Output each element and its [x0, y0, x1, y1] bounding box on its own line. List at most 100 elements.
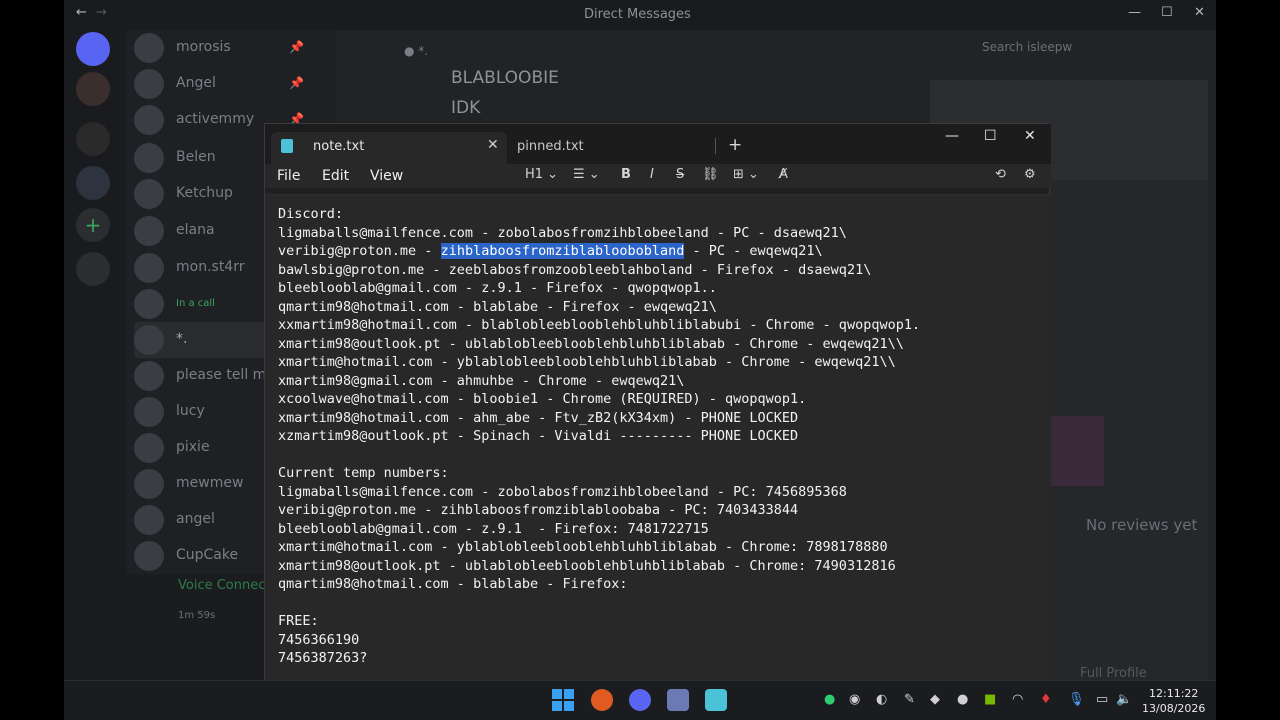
full-profile-link[interactable]: Full Profile [1080, 666, 1147, 681]
strikethrough-icon[interactable]: S [676, 167, 684, 182]
minimize-icon[interactable]: — [945, 128, 959, 144]
italic-icon[interactable]: I [650, 167, 654, 182]
avatar [134, 253, 164, 283]
text-line[interactable]: bleeblooblab@gmail.com - z.9.1 - Firefox… [278, 520, 920, 539]
text-line[interactable] [278, 594, 920, 613]
text-line[interactable]: FREE: [278, 612, 920, 631]
table-icon[interactable]: ⊞ ⌄ [733, 167, 759, 182]
notepad-window: note.txt ✕ pinned.txt + — ☐ ✕ File Edit … [264, 123, 1051, 681]
document-text[interactable]: Discord: ligmaballs@mailfence.com - zobol… [278, 205, 920, 668]
bold-icon[interactable]: B [621, 167, 631, 182]
heading-select[interactable]: H1 ⌄ [525, 167, 558, 182]
pen-icon[interactable]: ✎ [904, 692, 915, 707]
clock[interactable]: 12:11:22 13/08/2026 [1142, 686, 1205, 716]
text-line[interactable]: bleeblooblab@gmail.com - z.9.1 - Firefox… [278, 279, 920, 298]
line-text: xmartim98@hotmail.com - ahm_abe - Ftv_zB… [278, 409, 799, 426]
text-line[interactable]: xmartim98@hotmail.com - ahm_abe - Ftv_zB… [278, 409, 920, 428]
nvidia-icon[interactable]: ■ [984, 692, 996, 707]
voice-timer: 1m 59s [178, 610, 216, 621]
line-text: Discord: [278, 206, 344, 222]
new-tab-icon[interactable]: + [728, 135, 742, 155]
text-line[interactable]: qmartim98@hotmail.com - blablabe - Firef… [278, 575, 920, 594]
text-line[interactable]: veribig@proton.me - zihblaboosfromziblab… [278, 501, 920, 520]
close-icon[interactable]: ✕ [1024, 128, 1036, 144]
discord-taskbar-icon[interactable] [629, 689, 651, 711]
forward-arrow-icon[interactable]: → [96, 5, 107, 20]
line-text: xcoolwave@hotmail.com - bloobie1 - Chrom… [278, 391, 807, 407]
maximize-icon[interactable]: ☐ [984, 128, 997, 144]
text-line[interactable]: xcoolwave@hotmail.com - bloobie1 - Chrom… [278, 390, 920, 409]
text-line[interactable]: xmartim98@outlook.pt - ublablobleebloobl… [278, 557, 920, 576]
server-icon[interactable] [76, 72, 110, 106]
minimize-icon[interactable]: — [1128, 5, 1141, 20]
text-line[interactable]: xmartim@hotmail.com - yblablobleeblooble… [278, 353, 920, 372]
shield-icon[interactable]: ♦ [1040, 692, 1052, 707]
settings-gear-icon[interactable]: ⚙ [1024, 167, 1036, 182]
discord-home-icon[interactable] [76, 32, 110, 66]
server-icon[interactable] [76, 166, 110, 200]
dm-item[interactable]: morosis 📌 [134, 30, 334, 66]
dm-name: please tell me [176, 367, 275, 383]
server-rail: + [64, 30, 126, 680]
tray-app-icon[interactable]: ● [957, 692, 968, 707]
network-icon[interactable]: ▭ [1096, 692, 1108, 707]
maximize-icon[interactable]: ☐ [1161, 5, 1173, 20]
volume-icon[interactable]: 🔈 [1116, 692, 1132, 707]
pin-icon[interactable]: 📌 [289, 76, 304, 90]
text-line[interactable]: xmartim@hotmail.com - yblablobleeblooble… [278, 538, 920, 557]
pin-icon[interactable]: 📌 [289, 40, 304, 54]
add-server-icon[interactable]: + [76, 208, 110, 242]
app-taskbar-icon[interactable] [667, 689, 689, 711]
text-line[interactable] [278, 446, 920, 465]
text-line[interactable]: xzmartim98@outlook.pt - Spinach - Vivald… [278, 427, 920, 446]
tray-app-icon[interactable]: ◐ [876, 692, 887, 707]
activity-art [1050, 416, 1104, 486]
text-line[interactable]: ligmaballs@mailfence.com - zobolabosfrom… [278, 224, 920, 243]
close-icon[interactable]: ✕ [1194, 5, 1205, 20]
tray-app-icon[interactable]: ◆ [930, 692, 940, 707]
text-line[interactable]: xmartim98@outlook.pt - ublablobleebloobl… [278, 335, 920, 354]
line-text: 7456387263? [278, 650, 368, 666]
list-icon[interactable]: ☰ ⌄ [573, 167, 600, 182]
explore-icon[interactable] [76, 252, 110, 286]
firefox-icon[interactable] [591, 689, 613, 711]
microphone-icon[interactable]: 🎙 [1068, 692, 1085, 707]
line-text: FREE: [278, 613, 319, 629]
avatar [134, 69, 164, 99]
text-line[interactable]: ligmaballs@mailfence.com - zobolabosfrom… [278, 483, 920, 502]
tab-note[interactable]: note.txt ✕ [271, 132, 507, 164]
link-icon[interactable]: ⛓ [702, 167, 719, 182]
avatar [134, 397, 164, 427]
menu-edit[interactable]: Edit [322, 168, 349, 184]
start-button[interactable] [552, 689, 574, 711]
text-editor[interactable]: Discord: ligmaballs@mailfence.com - zobol… [265, 195, 1051, 681]
text-line[interactable]: qmartim98@hotmail.com - blablabe - Firef… [278, 298, 920, 317]
selected-text: zihblaboosfromziblabloobobland [440, 243, 685, 259]
tray-app-icon[interactable]: ◠ [1012, 692, 1023, 707]
text-line[interactable]: Discord: [278, 205, 920, 224]
menu-file[interactable]: File [277, 168, 300, 184]
dm-item[interactable]: Angel 📌 [134, 66, 334, 102]
text-line[interactable]: xmartim98@gmail.com - ahmuhbe - Chrome -… [278, 372, 920, 391]
avatar [134, 469, 164, 499]
tab-pinned[interactable]: pinned.txt [517, 132, 717, 164]
clear-format-icon[interactable]: A̸ [779, 167, 788, 182]
text-line[interactable]: veribig@proton.me - zihblaboosfromziblab… [278, 242, 920, 261]
back-arrow-icon[interactable]: ← [76, 5, 87, 20]
text-line[interactable]: bawlsbig@proton.me - zeeblabosfromzooble… [278, 261, 920, 280]
tray-status-icon[interactable]: ● [824, 692, 835, 707]
notepad-taskbar-icon[interactable] [705, 689, 727, 711]
text-line[interactable]: xxmartim98@hotmail.com - blablobleebloob… [278, 316, 920, 335]
text-line[interactable]: 7456366190 [278, 631, 920, 650]
text-line[interactable]: Current temp numbers: [278, 464, 920, 483]
dm-name: CupCake [176, 547, 239, 563]
steam-icon[interactable]: ◉ [849, 692, 860, 707]
copilot-icon[interactable]: ⟲ [995, 167, 1006, 182]
line-text: xmartim@hotmail.com - yblablobleeblooble… [278, 539, 888, 555]
search-input[interactable]: Search isleepw [982, 40, 1202, 62]
server-icon[interactable] [76, 122, 110, 156]
menu-view[interactable]: View [370, 168, 403, 184]
close-tab-icon[interactable]: ✕ [487, 137, 499, 153]
line-text: 7456366190 [278, 631, 360, 648]
text-line[interactable]: 7456387263? [278, 649, 920, 668]
